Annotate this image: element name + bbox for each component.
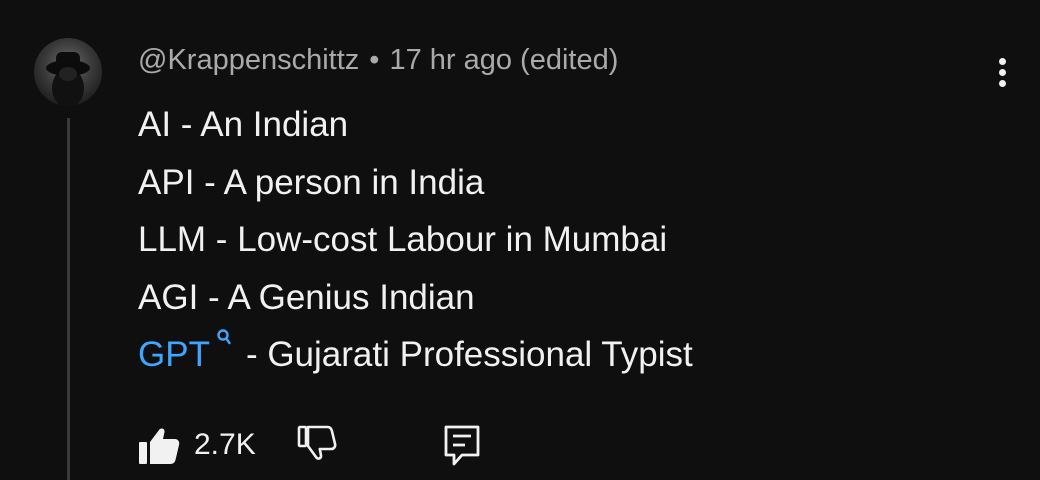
comment-line: AGI - A Genius Indian [138, 277, 475, 317]
avatar[interactable] [34, 38, 102, 106]
gpt-link-text[interactable]: GPT [138, 335, 210, 374]
comment-body: AI - An Indian API - A person in India L… [138, 96, 693, 384]
header-separator: • [369, 44, 380, 76]
more-options-button[interactable] [988, 52, 1018, 92]
comment-line: AI - An Indian [138, 105, 349, 144]
thread-line [67, 118, 70, 480]
thumbs-up-icon [139, 428, 180, 464]
comment-line-gpt: GPT - Gujarati Professional Typist [138, 326, 693, 384]
thumbs-down-icon [297, 425, 337, 460]
comment-line: LLM - Low-cost Labour in Mumbai [138, 220, 668, 259]
reply-button[interactable] [440, 423, 484, 467]
edited-label: (edited) [520, 44, 619, 76]
comment-time[interactable]: 17 hr ago [389, 44, 512, 76]
search-icon[interactable] [216, 328, 232, 348]
like-button[interactable] [138, 423, 182, 467]
author-handle[interactable]: @Krappenschittz [138, 44, 359, 76]
dislike-button[interactable] [296, 423, 340, 467]
reply-comment-icon [444, 425, 480, 466]
more-vertical-icon [999, 58, 1006, 65]
gpt-search-link[interactable]: GPT [138, 329, 246, 374]
gpt-line-rest: - Gujarati Professional Typist [245, 335, 693, 374]
comment-header: @Krappenschittz • 17 hr ago (edited) [138, 42, 618, 78]
like-count: 2.7K [194, 428, 256, 461]
comment-line: API - A person in India [138, 162, 485, 202]
